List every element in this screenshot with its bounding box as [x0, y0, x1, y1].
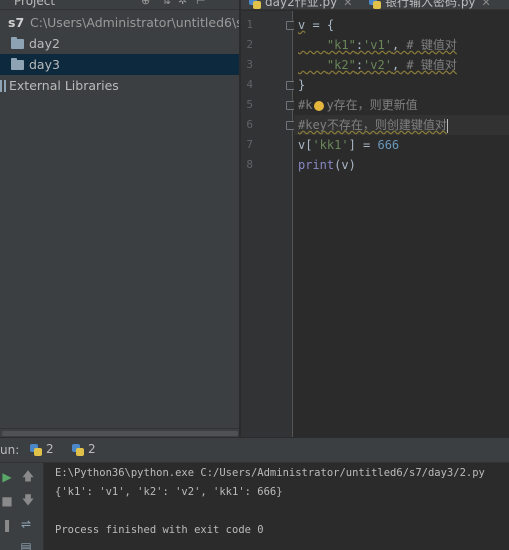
project-root-name: s7	[8, 15, 25, 30]
line-number: 1	[246, 18, 253, 31]
editor-gutter: 1 2 3 4 5 6 7 8	[241, 11, 295, 437]
hide-icon[interactable]: ⊢	[196, 0, 206, 7]
run-console[interactable]: E:\Python36\python.exe C:/Users/Administ…	[45, 463, 509, 550]
line-number: 5	[246, 98, 253, 111]
folder-icon	[11, 58, 24, 70]
scroll-down-icon[interactable]: 🡇	[21, 492, 35, 508]
run-tab-label: 2	[46, 442, 54, 456]
close-icon[interactable]: ✕	[482, 0, 491, 9]
project-root-path: C:\Users\Administrator\untitled6\s7	[30, 15, 240, 30]
code-line-6: #key不存在，则创建键值对	[294, 115, 509, 135]
editor-tab-bar: day2作业.py ✕ 银行输入密码.py ✕	[241, 0, 509, 10]
python-file-icon	[30, 443, 42, 456]
stop-icon[interactable]: ■	[0, 493, 14, 509]
line-number: 4	[246, 78, 253, 91]
run-icon[interactable]: ▶	[0, 469, 14, 485]
run-tab-label: 2	[88, 442, 96, 456]
tree-item-label: day3	[29, 57, 60, 72]
sync-icon[interactable]: ⇅	[162, 0, 171, 7]
tree-item-label: day2	[29, 36, 60, 51]
library-icon	[0, 80, 6, 92]
console-line: Process finished with exit code 0	[55, 524, 264, 536]
tab-label: 银行输入密码.py	[385, 0, 476, 9]
soft-wrap-icon[interactable]: ⇌	[19, 516, 33, 532]
tree-item-day2[interactable]: day2	[0, 33, 239, 54]
folder-icon	[11, 37, 24, 49]
tree-item-day3[interactable]: day3	[0, 54, 239, 75]
console-line: {'k1': 'v1', 'k2': 'v2', 'kk1': 666}	[55, 486, 283, 498]
project-panel-header: Project ⊕ ⇅ ✲ ⊢	[0, 0, 239, 10]
project-panel: Project ⊕ ⇅ ✲ ⊢ s7 C:\Users\Administrato…	[0, 0, 240, 437]
run-panel-label: un:	[0, 443, 20, 457]
code-line-2: "k1":'v1', # 键值对	[326, 38, 457, 52]
run-toolbar: ▶ 🡅 ■ 🡇 ❚ ⇌ ▤	[0, 463, 44, 550]
console-line: E:\Python36\python.exe C:/Users/Administ…	[55, 467, 485, 479]
print-icon[interactable]: ▤	[19, 539, 33, 550]
scroll-up-icon[interactable]: 🡅	[21, 468, 35, 484]
line-number: 7	[246, 138, 253, 151]
python-file-icon	[249, 0, 261, 9]
project-root-row[interactable]: s7 C:\Users\Administrator\untitled6\s7	[0, 12, 240, 33]
code-line-3: "k2":'v2', # 键值对	[326, 58, 457, 72]
pause-icon[interactable]: ❚	[0, 517, 14, 533]
tree-item-label: External Libraries	[9, 78, 119, 93]
target-icon[interactable]: ⊕	[141, 0, 150, 7]
tab-label: day2作业.py	[265, 0, 338, 9]
run-panel-header: un: 2 2	[0, 437, 509, 463]
project-panel-title[interactable]: Project	[14, 0, 55, 8]
tab-bank-password[interactable]: 银行输入密码.py ✕	[369, 0, 491, 9]
python-file-icon	[72, 443, 84, 456]
code-line-7: v['kk1'] = 666	[298, 138, 400, 152]
code-line-8: print(v)	[298, 158, 356, 172]
project-horizontal-scrollbar[interactable]	[0, 428, 239, 437]
scrollbar-thumb[interactable]	[2, 431, 238, 436]
run-tab-2[interactable]: 2	[72, 442, 96, 456]
gear-icon[interactable]: ✲	[178, 0, 187, 7]
text-caret	[446, 118, 448, 133]
code-line-4: }	[298, 78, 306, 92]
line-number: 2	[246, 38, 253, 51]
line-number: 6	[246, 118, 253, 131]
line-number: 3	[246, 58, 253, 71]
lightbulb-icon[interactable]	[314, 100, 325, 111]
run-tab-1[interactable]: 2	[30, 442, 54, 456]
python-file-icon	[369, 0, 381, 9]
code-line-1: v = {	[298, 18, 335, 32]
code-editor[interactable]: v = { "k1":'v1', # 键值对 "k2":'v2', # 键值对 …	[294, 11, 509, 437]
code-line-5: #k y存在，则更新值	[298, 98, 418, 112]
close-icon[interactable]: ✕	[343, 0, 352, 9]
tree-item-external-libraries[interactable]: External Libraries	[0, 75, 239, 96]
tab-day2-homework[interactable]: day2作业.py ✕	[249, 0, 352, 9]
line-number: 8	[246, 158, 253, 171]
